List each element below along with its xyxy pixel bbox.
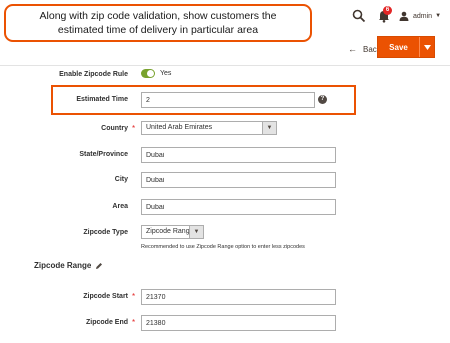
- zipcode-end-input[interactable]: [141, 315, 336, 331]
- zipcode-start-input[interactable]: [141, 289, 336, 305]
- search-icon[interactable]: [352, 9, 366, 23]
- chevron-down-icon: ▼: [262, 122, 276, 134]
- save-options-toggle[interactable]: [419, 37, 434, 57]
- notification-badge: 6: [383, 6, 392, 15]
- chevron-down-icon: ▼: [189, 226, 203, 238]
- state-province-input[interactable]: [141, 147, 336, 163]
- header-divider: [0, 65, 450, 66]
- required-marker: *: [132, 292, 136, 301]
- user-name: admin: [413, 12, 433, 20]
- country-label: Country: [101, 125, 128, 132]
- enable-zipcode-rule-row: Enable Zipcode Rule Yes: [0, 67, 450, 83]
- zipcode-type-row: Zipcode Type Zipcode Range ▼: [0, 225, 450, 241]
- required-marker: *: [132, 124, 136, 133]
- callout-text: Along with zip code validation, show cus…: [39, 10, 277, 36]
- back-button[interactable]: ← Back: [348, 42, 381, 56]
- zipcode-type-select[interactable]: Zipcode Range ▼: [141, 225, 204, 239]
- city-label: City: [114, 176, 128, 183]
- estimated-time-label: Estimated Time: [76, 96, 128, 103]
- zipcode-range-title: Zipcode Range: [34, 261, 92, 270]
- country-select[interactable]: United Arab Emirates ▼: [141, 121, 277, 135]
- chevron-down-icon: ▼: [435, 13, 442, 19]
- estimated-time-row: Estimated Time: [0, 92, 450, 108]
- state-province-label: State/Province: [79, 151, 128, 158]
- zipcode-type-note: Recommended to use Zipcode Range option …: [141, 244, 305, 250]
- caret-down-icon: [423, 44, 431, 50]
- user-icon: [399, 11, 409, 21]
- help-icon[interactable]: ?: [318, 95, 327, 104]
- arrow-left-icon: ←: [348, 44, 357, 54]
- area-row: Area: [0, 199, 450, 215]
- zipcode-type-value: Zipcode Range: [146, 228, 194, 235]
- area-input[interactable]: [141, 199, 336, 215]
- zipcode-type-label: Zipcode Type: [83, 229, 128, 236]
- zipcode-start-label: Zipcode Start: [83, 293, 128, 300]
- required-marker: *: [132, 318, 136, 327]
- area-label: Area: [112, 203, 128, 210]
- user-menu[interactable]: admin ▼: [399, 9, 441, 23]
- zipcode-end-label: Zipcode End: [86, 319, 128, 326]
- country-value: United Arab Emirates: [146, 124, 213, 131]
- zipcode-end-row: Zipcode End *: [0, 315, 450, 331]
- city-row: City: [0, 172, 450, 188]
- country-row: Country * United Arab Emirates ▼: [0, 121, 450, 137]
- zipcode-start-row: Zipcode Start *: [0, 289, 450, 305]
- enable-zipcode-rule-label: Enable Zipcode Rule: [59, 71, 128, 78]
- city-input[interactable]: [141, 172, 336, 188]
- state-province-row: State/Province: [0, 147, 450, 163]
- save-label: Save: [389, 42, 408, 52]
- save-button[interactable]: Save: [377, 36, 435, 58]
- toggle-knob: [147, 70, 154, 77]
- estimated-time-input[interactable]: [141, 92, 315, 108]
- callout-annotation: Along with zip code validation, show cus…: [4, 4, 312, 42]
- enable-zipcode-rule-toggle[interactable]: [141, 69, 155, 78]
- enable-zipcode-rule-value: Yes: [160, 70, 172, 77]
- pencil-icon[interactable]: [95, 262, 103, 270]
